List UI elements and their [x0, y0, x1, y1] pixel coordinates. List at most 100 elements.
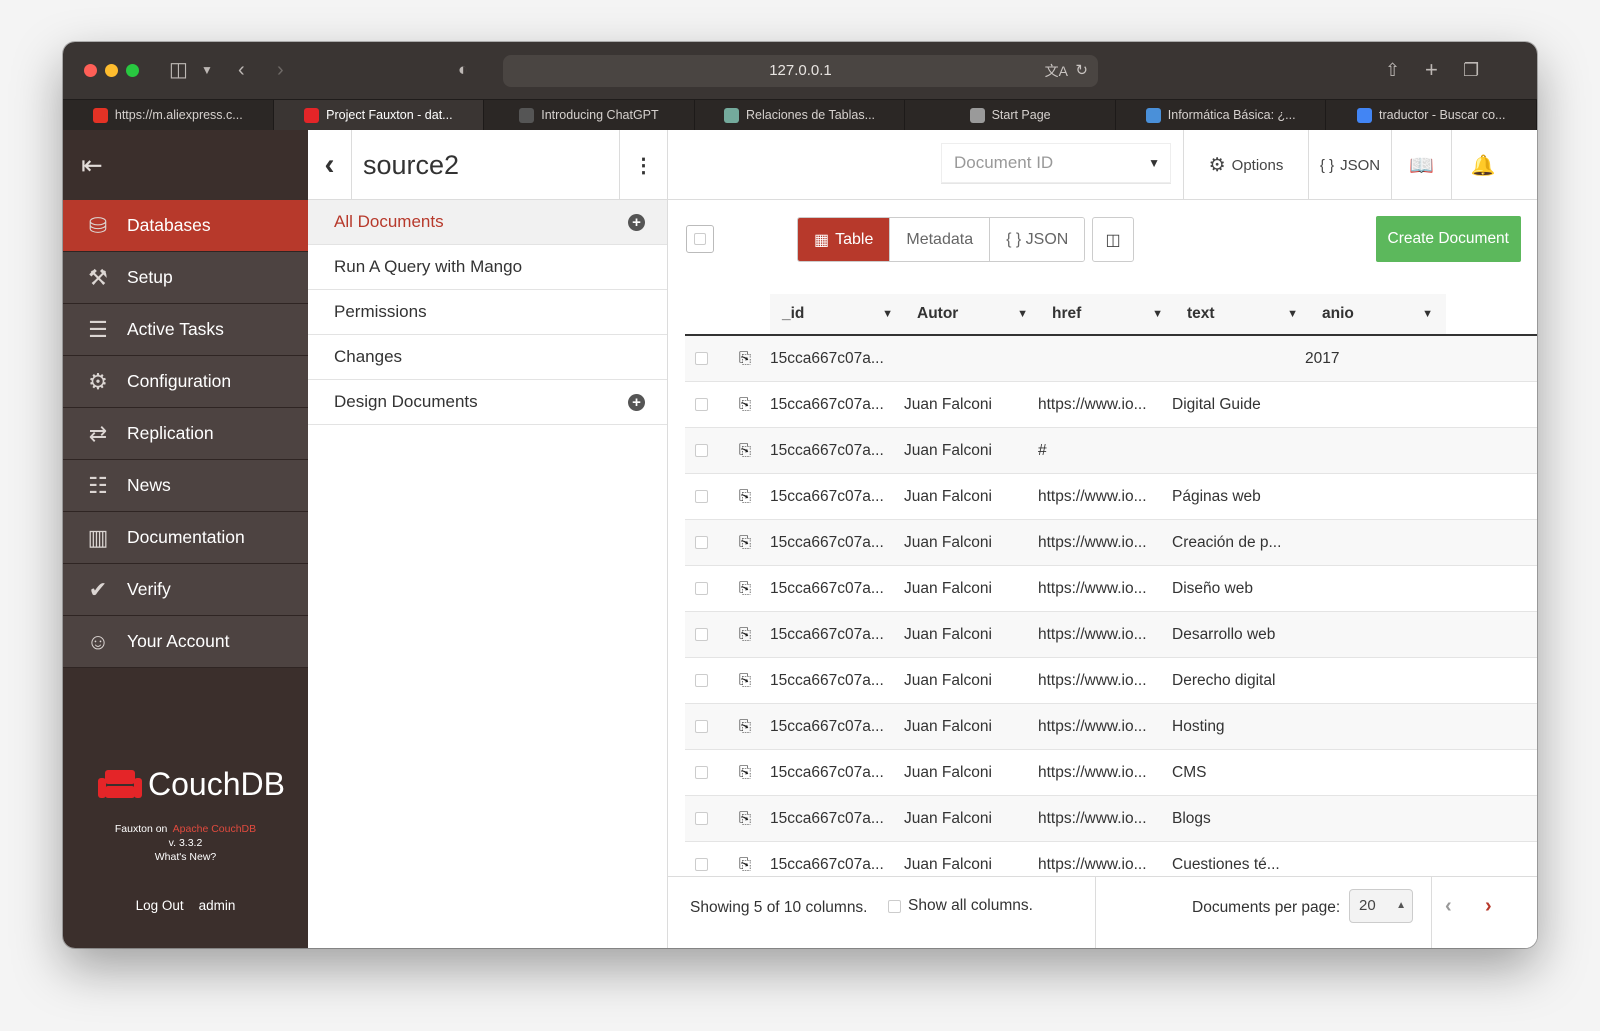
copy-icon[interactable]: ⎘ [739, 488, 751, 505]
copy-icon[interactable]: ⎘ [739, 580, 751, 597]
chevron-down-icon[interactable]: ▼ [1287, 294, 1298, 334]
per-page-select[interactable]: 20 ▲ [1349, 889, 1413, 923]
sidebar-item-databases[interactable]: ⛁ Databases [63, 200, 308, 252]
chevron-down-icon[interactable]: ▼ [882, 294, 893, 334]
column-header-text[interactable]: text ▼ [1175, 294, 1310, 334]
table-row[interactable]: ⎘ 15cca667c07a... Juan Falconi https://www.… [685, 520, 1537, 566]
column-header-autor[interactable]: Autor ▼ [905, 294, 1040, 334]
chevron-down-icon[interactable]: ▼ [1017, 294, 1028, 334]
table-row[interactable]: ⎘ 15cca667c07a... Juan Falconi https://www.… [685, 750, 1537, 796]
reload-icon[interactable]: ↻ [1075, 55, 1088, 87]
show-all-columns-toggle[interactable]: Show all columns. [888, 897, 1033, 915]
bell-icon[interactable]: 🔔 [1451, 130, 1514, 200]
copy-icon[interactable]: ⎘ [739, 396, 751, 413]
sidebar-item-configuration[interactable]: ⚙ Configuration [63, 356, 308, 408]
sidebar-item-documentation[interactable]: ▥ Documentation [63, 512, 308, 564]
select-all-checkbox[interactable] [686, 225, 714, 253]
copy-icon[interactable]: ⎘ [739, 672, 751, 689]
copy-icon[interactable]: ⎘ [739, 350, 751, 367]
table-row[interactable]: ⎘ 15cca667c07a... Juan Falconi https://www.… [685, 612, 1537, 658]
minimize-window-button[interactable] [105, 64, 118, 77]
json-view-button[interactable]: { } JSON [990, 218, 1085, 261]
row-checkbox[interactable] [695, 490, 708, 503]
sidebar-toggle-icon[interactable]: ◫ [169, 56, 188, 84]
copy-icon[interactable]: ⎘ [739, 810, 751, 827]
username-link[interactable]: admin [199, 898, 236, 913]
docs-book-icon[interactable]: 📖 [1391, 130, 1451, 200]
copy-icon[interactable]: ⎘ [739, 856, 751, 873]
table-row[interactable]: ⎘ 15cca667c07a... Juan Falconi https://www.… [685, 566, 1537, 612]
chevron-down-icon[interactable]: ▼ [1152, 294, 1163, 334]
table-row[interactable]: ⎘ 15cca667c07a... Juan Falconi https://www.… [685, 474, 1537, 520]
browser-tab[interactable]: Start Page [905, 100, 1116, 130]
sidebar-item-active-tasks[interactable]: ☰ Active Tasks [63, 304, 308, 356]
chevron-down-icon[interactable]: ▼ [1148, 144, 1160, 182]
whats-new-link[interactable]: What's New? [63, 851, 308, 863]
metadata-view-button[interactable]: Metadata [890, 218, 991, 261]
table-view-button[interactable]: ▦ Table [798, 218, 891, 261]
add-icon[interactable]: + [628, 394, 645, 411]
row-checkbox[interactable] [695, 352, 708, 365]
copy-icon[interactable]: ⎘ [739, 764, 751, 781]
options-button[interactable]: ⚙ Options [1183, 130, 1308, 200]
close-window-button[interactable] [84, 64, 97, 77]
next-page-icon[interactable]: › [1485, 895, 1492, 918]
row-checkbox[interactable] [695, 766, 708, 779]
sidebar-item-news[interactable]: ☷ News [63, 460, 308, 512]
column-header-id[interactable]: _id ▼ [770, 294, 905, 334]
sidebar-item-your-account[interactable]: ☺ Your Account [63, 616, 308, 668]
table-row[interactable]: ⎘ 15cca667c07a... Juan Falconi https://www.… [685, 796, 1537, 842]
sidebar-item-setup[interactable]: ⚒ Setup [63, 252, 308, 304]
table-row[interactable]: ⎘ 15cca667c07a... Juan Falconi https://www.… [685, 704, 1537, 750]
shield-icon[interactable]: ◐ [458, 56, 468, 84]
database-nav-permissions[interactable]: Permissions [308, 290, 667, 335]
copy-icon[interactable]: ⎘ [739, 718, 751, 735]
row-checkbox[interactable] [695, 720, 708, 733]
address-bar[interactable]: 127.0.0.1 文A ↻ [503, 55, 1098, 87]
table-row[interactable]: ⎘ 15cca667c07a... Juan Falconi # [685, 428, 1537, 474]
browser-tab[interactable]: Relaciones de Tablas... [695, 100, 906, 130]
row-checkbox[interactable] [695, 398, 708, 411]
new-tab-icon[interactable]: + [1425, 56, 1438, 84]
row-checkbox[interactable] [695, 628, 708, 641]
column-header-href[interactable]: href ▼ [1040, 294, 1175, 334]
previous-page-icon[interactable]: ‹ [1445, 895, 1452, 918]
columns-toggle-button[interactable]: ◫ [1092, 217, 1134, 262]
row-checkbox[interactable] [695, 674, 708, 687]
browser-tab[interactable]: Project Fauxton - dat... [273, 100, 485, 130]
table-row[interactable]: ⎘ 15cca667c07a... Juan Falconi https://www.… [685, 382, 1537, 428]
database-nav-run-a-query-with-mango[interactable]: Run A Query with Mango [308, 245, 667, 290]
row-checkbox[interactable] [695, 444, 708, 457]
browser-tab[interactable]: https://m.aliexpress.c... [63, 100, 274, 130]
back-to-databases-button[interactable]: ‹ [308, 130, 352, 200]
sidebar-item-verify[interactable]: ✔ Verify [63, 564, 308, 616]
tab-overview-icon[interactable]: ❐ [1463, 56, 1479, 84]
database-nav-all-documents[interactable]: All Documents + [308, 200, 667, 245]
translate-icon[interactable]: 文A [1045, 55, 1068, 87]
row-checkbox[interactable] [695, 536, 708, 549]
back-icon[interactable]: ‹ [238, 56, 245, 84]
table-row[interactable]: ⎘ 15cca667c07a... Juan Falconi https://www.… [685, 658, 1537, 704]
database-nav-changes[interactable]: Changes [308, 335, 667, 380]
add-icon[interactable]: + [628, 214, 645, 231]
column-header-anio[interactable]: anio ▼ [1310, 294, 1445, 334]
api-json-button[interactable]: { } JSON [1308, 130, 1391, 200]
browser-tab[interactable]: traductor - Buscar co... [1326, 100, 1537, 130]
show-all-checkbox[interactable] [888, 899, 901, 913]
table-row[interactable]: ⎘ 15cca667c07a... Juan Falconi https://www.… [685, 842, 1537, 876]
copy-icon[interactable]: ⎘ [739, 626, 751, 643]
browser-tab[interactable]: Informática Básica: ¿... [1116, 100, 1327, 130]
browser-tab[interactable]: Introducing ChatGPT [484, 100, 695, 130]
row-checkbox[interactable] [695, 582, 708, 595]
document-id-input[interactable]: Document ID ▼ [941, 143, 1171, 183]
database-nav-design-documents[interactable]: Design Documents + [308, 380, 667, 425]
apache-couchdb-link[interactable]: Apache CouchDB [173, 823, 256, 835]
chevron-down-icon[interactable]: ▼ [1422, 294, 1433, 334]
row-checkbox[interactable] [695, 858, 708, 871]
logout-link[interactable]: Log Out [136, 898, 184, 913]
row-checkbox[interactable] [695, 812, 708, 825]
database-menu-icon[interactable]: ⋮ [619, 130, 667, 200]
share-icon[interactable]: ⇧ [1385, 56, 1400, 84]
zoom-window-button[interactable] [126, 64, 139, 77]
sidebar-item-replication[interactable]: ⇄ Replication [63, 408, 308, 460]
